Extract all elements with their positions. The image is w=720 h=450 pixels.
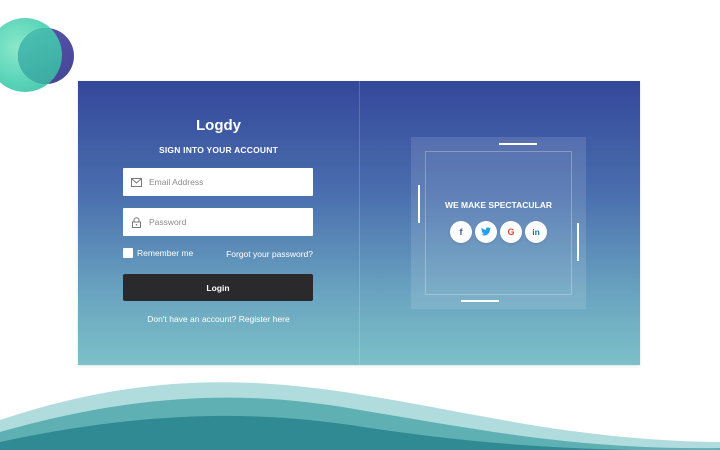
linkedin-button[interactable]: in (525, 221, 547, 243)
facebook-icon: f (459, 227, 463, 237)
google-icon: G (507, 227, 515, 237)
twitter-button[interactable] (475, 221, 497, 243)
promo-panel: WE MAKE SPECTACULAR f G in (359, 81, 640, 365)
login-panel: Logdy SIGN INTO YOUR ACCOUNT Email Addre… (78, 81, 359, 365)
envelope-icon (123, 168, 149, 196)
remember-me-label: Remember me (137, 248, 194, 258)
decorative-waves (0, 382, 720, 450)
twitter-icon (481, 226, 491, 238)
email-field[interactable] (123, 168, 313, 196)
lock-icon (123, 208, 149, 236)
linkedin-icon: in (532, 227, 540, 237)
remember-me-checkbox[interactable] (123, 248, 133, 258)
forgot-password-link[interactable]: Forgot your password? (226, 249, 313, 259)
password-field[interactable] (123, 208, 313, 236)
frame-accent-bottom (461, 300, 499, 302)
brand-logo-text: Logdy (196, 117, 241, 134)
password-input[interactable] (149, 209, 313, 235)
facebook-button[interactable]: f (450, 221, 472, 243)
register-link[interactable]: Don't have an account? Register here (78, 314, 359, 324)
remember-me[interactable]: Remember me (123, 248, 193, 258)
promo-tagline: WE MAKE SPECTACULAR (444, 200, 553, 210)
page-title: SIGN INTO YOUR ACCOUNT (158, 145, 278, 155)
login-card: Logdy SIGN INTO YOUR ACCOUNT Email Addre… (78, 81, 640, 365)
social-links: f G in (411, 221, 586, 243)
login-button[interactable]: Login (123, 274, 313, 301)
decorative-circle-overlap (18, 28, 74, 84)
frame-accent-top (499, 143, 537, 145)
email-input[interactable] (149, 169, 313, 195)
google-button[interactable]: G (500, 221, 522, 243)
